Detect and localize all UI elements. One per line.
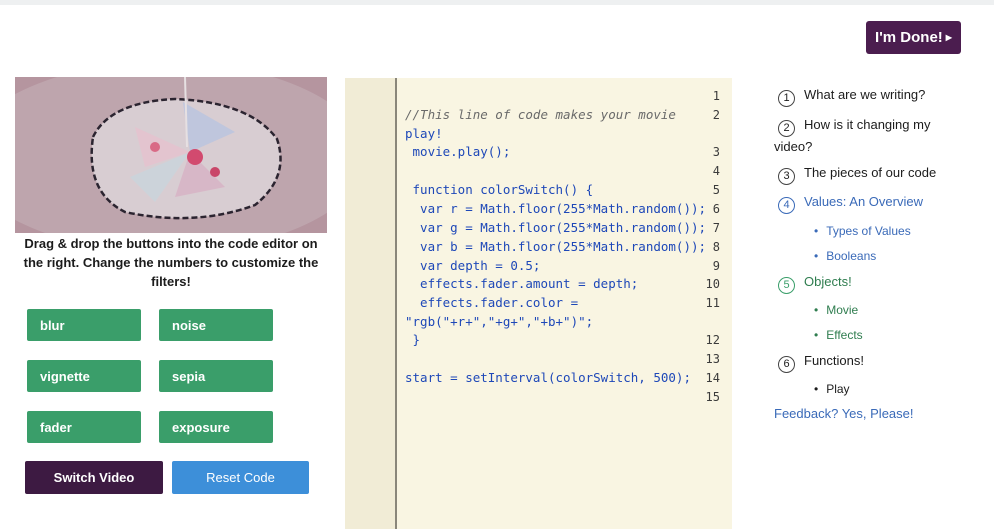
reset-code-button[interactable]: Reset Code [172, 461, 309, 494]
step-number-badge: 6 [778, 356, 795, 373]
feedback-link[interactable]: Feedback? Yes, Please! [774, 406, 914, 421]
step-number-badge: 1 [778, 90, 795, 107]
video-preview[interactable] [15, 77, 327, 233]
outline-item-label: Objects! [804, 274, 852, 289]
filter-label: vignette [40, 368, 90, 384]
instructions-text: Drag & drop the buttons into the code ed… [23, 236, 319, 289]
outline-sub-movie[interactable]: Movie [814, 303, 858, 317]
filter-label: noise [172, 317, 206, 333]
code-line[interactable]: movie.play(); [405, 144, 511, 159]
code-line[interactable]: "rgb("+r+","+g+","+b+")"; [405, 314, 593, 329]
outline-sub-play[interactable]: Play [814, 382, 849, 396]
line-number: 13 [705, 352, 720, 366]
code-line[interactable]: } [405, 332, 421, 347]
line-number-gutter [345, 78, 397, 529]
switch-video-button[interactable]: Switch Video [25, 461, 163, 494]
line-number: 2 [712, 108, 720, 122]
outline-sub-booleans[interactable]: Booleans [814, 249, 876, 263]
step-number-badge: 2 [778, 120, 795, 137]
code-line[interactable]: var depth = 0.5; [405, 258, 540, 273]
code-line[interactable]: var g = Math.floor(255*Math.random()); [405, 220, 706, 235]
outline-item-writing[interactable]: 1 What are we writing? [774, 85, 979, 107]
line-number: 7 [712, 221, 720, 235]
line-number: 5 [712, 183, 720, 197]
filter-label: exposure [172, 419, 230, 435]
outline-item-label: Values: An Overview [804, 194, 923, 209]
outline-item-objects[interactable]: 5 Objects! [774, 272, 979, 294]
code-line[interactable]: start = setInterval(colorSwitch, 500); [405, 370, 691, 385]
line-number: 6 [712, 202, 720, 216]
line-number: 12 [705, 333, 720, 347]
play-arrow-icon: ▶ [945, 33, 952, 42]
line-number: 11 [705, 296, 720, 310]
outline-sub-types-of-values[interactable]: Types of Values [814, 224, 911, 238]
line-number: 10 [705, 277, 720, 291]
outline-item-functions[interactable]: 6 Functions! [774, 351, 979, 373]
filter-noise-button[interactable]: noise [159, 309, 273, 341]
code-line[interactable]: function colorSwitch() { [405, 182, 594, 197]
top-border [0, 0, 994, 5]
code-line[interactable]: var b = Math.floor(255*Math.random()); [405, 239, 706, 254]
line-number: 15 [705, 390, 720, 404]
filter-label: sepia [172, 368, 206, 384]
outline-item-label: What are we writing? [804, 87, 926, 102]
outline-sub-effects[interactable]: Effects [814, 328, 862, 342]
filter-label: blur [40, 317, 65, 333]
line-number: 4 [712, 164, 720, 178]
outline-item-pieces[interactable]: 3 The pieces of our code [774, 163, 979, 185]
outline-item-values[interactable]: 4 Values: An Overview [774, 192, 979, 214]
filter-vignette-button[interactable]: vignette [27, 360, 141, 392]
code-editor[interactable]: //This line of code makes your movie play… [345, 78, 732, 529]
outline-item-label: Functions! [804, 353, 864, 368]
code-line[interactable]: //This line of code makes your movie [405, 107, 676, 122]
line-number: 1 [712, 89, 720, 103]
done-button-label: I'm Done! [875, 29, 943, 46]
code-line[interactable]: var r = Math.floor(255*Math.random()); [405, 201, 706, 216]
code-line[interactable]: effects.fader.amount = depth; [405, 276, 638, 291]
line-number: 3 [712, 145, 720, 159]
step-number-badge: 4 [778, 197, 795, 214]
filter-blur-button[interactable]: blur [27, 309, 141, 341]
filter-label: fader [40, 419, 72, 435]
filter-exposure-button[interactable]: exposure [159, 411, 273, 443]
step-number-badge: 3 [778, 168, 795, 185]
code-line[interactable]: play! [405, 126, 443, 141]
line-number: 14 [705, 371, 720, 385]
code-line[interactable]: effects.fader.color = [405, 295, 578, 310]
filter-fader-button[interactable]: fader [27, 411, 141, 443]
step-number-badge: 5 [778, 277, 795, 294]
outline-item-label: The pieces of our code [804, 165, 937, 180]
done-button[interactable]: I'm Done! ▶ [866, 21, 961, 54]
line-number: 9 [712, 259, 720, 273]
filter-sepia-button[interactable]: sepia [159, 360, 273, 392]
outline-item-label: How is it changing my video? [774, 117, 931, 154]
video-frame [15, 77, 327, 233]
line-number: 8 [712, 240, 720, 254]
outline-item-changing[interactable]: 2 How is it changing my video? [774, 115, 954, 157]
